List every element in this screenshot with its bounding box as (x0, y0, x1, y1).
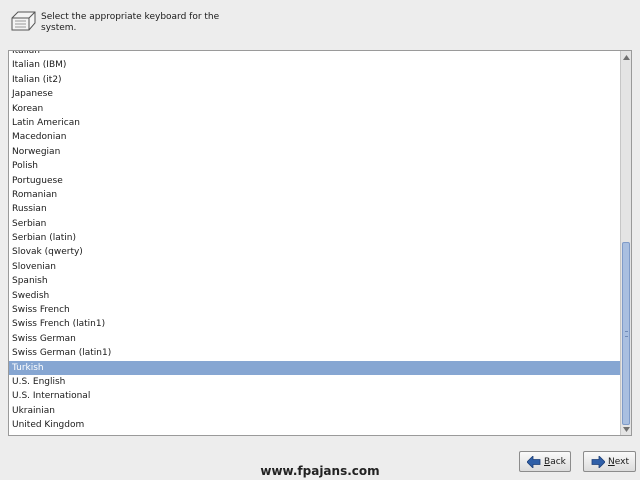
list-item[interactable]: Latin American (9, 116, 621, 130)
list-item[interactable]: Swiss French (9, 303, 621, 317)
list-item-selected[interactable]: Turkish (9, 360, 621, 375)
list-item[interactable]: Ukrainian (9, 404, 621, 418)
list-item[interactable]: Polish (9, 159, 621, 173)
list-item[interactable]: U.S. English (9, 375, 621, 389)
list-item[interactable]: Serbian (9, 217, 621, 231)
list-item[interactable]: Korean (9, 102, 621, 116)
list-item[interactable]: Japanese (9, 87, 621, 101)
list-item[interactable]: Russian (9, 202, 621, 216)
header: Select the appropriate keyboard for the … (0, 0, 640, 48)
list-item[interactable]: Norwegian (9, 145, 621, 159)
list-item[interactable]: Portuguese (9, 174, 621, 188)
list-item[interactable]: Swiss French (latin1) (9, 317, 621, 331)
keyboard-list[interactable]: Italian Italian (IBM) Italian (it2) Japanes… (9, 51, 621, 433)
scrollbar-grip-icon (625, 331, 628, 337)
list-item[interactable]: Slovak (qwerty) (9, 245, 621, 259)
keyboard-icon (11, 11, 36, 31)
list-item[interactable]: Italian (IBM) (9, 58, 621, 72)
list-item[interactable]: Serbian (latin) (9, 231, 621, 245)
instruction-text: Select the appropriate keyboard for the … (41, 12, 220, 33)
list-item[interactable]: Swedish (9, 289, 621, 303)
scroll-down-arrow-icon[interactable] (621, 424, 631, 434)
keyboard-listbox[interactable]: Italian Italian (IBM) Italian (it2) Japanes… (8, 50, 632, 436)
vertical-scrollbar[interactable] (620, 51, 631, 435)
list-item[interactable]: U.S. International (9, 389, 621, 403)
list-item[interactable]: Romanian (9, 188, 621, 202)
list-item[interactable]: Swiss German (9, 332, 621, 346)
list-item[interactable]: Macedonian (9, 130, 621, 144)
watermark-text: www.fpajans.com (260, 464, 380, 478)
list-item[interactable]: Slovenian (9, 260, 621, 274)
scroll-up-arrow-icon[interactable] (621, 52, 631, 62)
list-item[interactable]: United Kingdom (9, 418, 621, 432)
list-item[interactable]: Italian (it2) (9, 73, 621, 87)
list-item[interactable]: Swiss German (latin1) (9, 346, 621, 360)
scrollbar-thumb[interactable] (622, 242, 630, 425)
list-item[interactable]: Italian (9, 51, 621, 58)
list-item[interactable]: Spanish (9, 274, 621, 288)
